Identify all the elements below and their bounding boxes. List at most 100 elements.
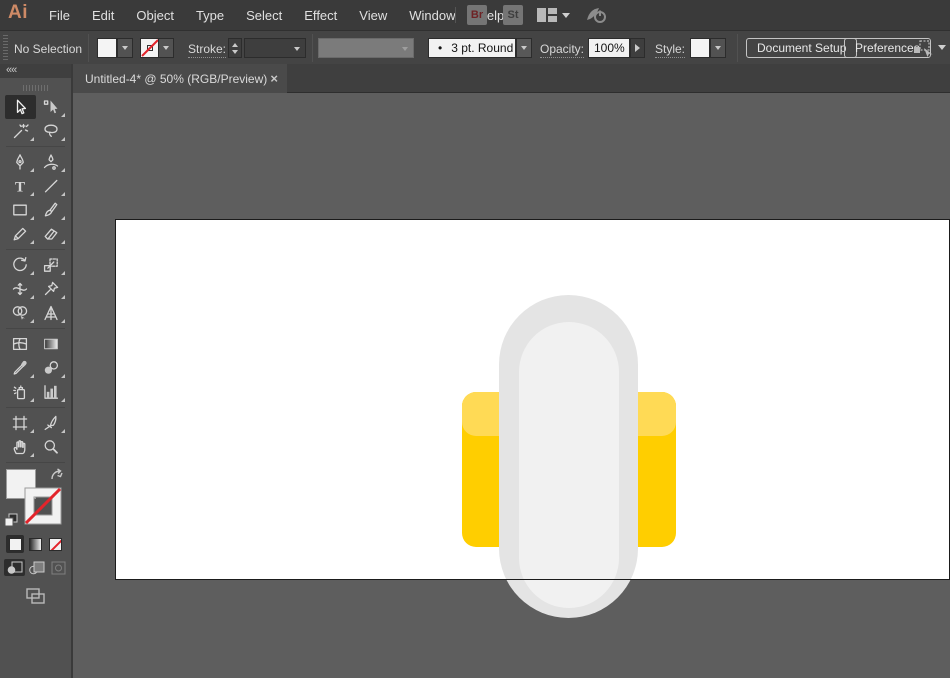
brush-preview-icon: • xyxy=(438,41,442,55)
brush-definition-value: 3 pt. Round xyxy=(451,41,513,55)
fill-stroke-indicator xyxy=(0,467,71,531)
color-button[interactable] xyxy=(6,535,24,553)
style-chevron-icon[interactable] xyxy=(710,38,726,58)
menu-effect[interactable]: Effect xyxy=(293,8,348,23)
column-graph-tool[interactable] xyxy=(36,380,67,404)
flyout-indicator-icon xyxy=(61,192,65,196)
draw-inside-icon[interactable] xyxy=(48,559,69,576)
stroke-weight-stepper[interactable] xyxy=(228,38,242,58)
eyedropper-tool[interactable] xyxy=(5,356,36,380)
line-segment-tool[interactable] xyxy=(36,174,67,198)
brush-definition-select[interactable]: • 3 pt. Round xyxy=(428,38,516,58)
divider xyxy=(737,34,738,62)
workspace-switcher-icon[interactable] xyxy=(536,7,558,28)
hand-tool[interactable] xyxy=(5,435,36,459)
brush-definition-chevron-icon[interactable] xyxy=(516,38,532,58)
stroke-color-chevron-icon[interactable] xyxy=(158,38,174,58)
drawing-modes-row xyxy=(0,559,71,576)
flyout-indicator-icon xyxy=(61,398,65,402)
curvature-tool[interactable] xyxy=(36,150,67,174)
stock-button[interactable]: St xyxy=(503,5,523,25)
select-similar-chevron-icon[interactable] xyxy=(938,45,946,50)
divider xyxy=(312,34,313,62)
tab-close-icon[interactable]: × xyxy=(270,72,278,85)
direct-selection-tool[interactable] xyxy=(36,95,67,119)
zoom-tool[interactable] xyxy=(36,435,67,459)
stroke-label[interactable]: Stroke: xyxy=(188,42,226,58)
stroke-profile-select[interactable] xyxy=(318,38,414,58)
gradient-tool[interactable] xyxy=(36,332,67,356)
document-setup-button[interactable]: Document Setup xyxy=(746,38,857,58)
pen-tool[interactable] xyxy=(5,150,36,174)
artwork-pill-inner[interactable] xyxy=(519,322,619,608)
gradient-button[interactable] xyxy=(26,535,44,553)
fill-color-swatch[interactable] xyxy=(97,38,117,58)
selection-tool[interactable] xyxy=(5,95,36,119)
bridge-button[interactable]: Br xyxy=(467,5,487,25)
canvas-pasteboard xyxy=(73,93,950,678)
style-swatch[interactable] xyxy=(690,38,710,58)
rotate-tool[interactable] xyxy=(5,253,36,277)
draw-behind-icon[interactable] xyxy=(26,559,47,576)
stroke-color-swatch[interactable] xyxy=(140,38,160,58)
gpu-performance-icon[interactable] xyxy=(584,4,610,31)
opacity-arrow-icon[interactable] xyxy=(630,38,645,58)
stroke-indicator[interactable] xyxy=(24,487,62,525)
shaper-tool[interactable] xyxy=(5,222,36,246)
default-fill-stroke-icon[interactable] xyxy=(4,513,19,533)
tools-panel-grip[interactable] xyxy=(23,85,49,91)
width-tool[interactable] xyxy=(5,277,36,301)
flyout-indicator-icon xyxy=(61,319,65,323)
symbol-sprayer-tool[interactable] xyxy=(5,380,36,404)
none-button[interactable] xyxy=(46,535,64,553)
menu-type[interactable]: Type xyxy=(185,8,235,23)
flyout-indicator-icon xyxy=(30,374,34,378)
tool-group-divider xyxy=(6,462,65,463)
lasso-tool[interactable] xyxy=(36,119,67,143)
magic-wand-tool[interactable] xyxy=(5,119,36,143)
menu-edit[interactable]: Edit xyxy=(81,8,125,23)
puppet-warp-tool[interactable] xyxy=(36,277,67,301)
tools-panel: «« T xyxy=(0,64,73,678)
slice-tool[interactable] xyxy=(36,411,67,435)
tool-grid: T xyxy=(0,95,71,463)
menu-window[interactable]: Window xyxy=(398,8,466,23)
shape-builder-tool[interactable] xyxy=(5,301,36,325)
document-tab[interactable]: Untitled-4* @ 50% (RGB/Preview) × xyxy=(73,64,287,93)
menu-select[interactable]: Select xyxy=(235,8,293,23)
screen-mode-button[interactable] xyxy=(24,586,48,611)
type-tool[interactable]: T xyxy=(5,174,36,198)
artboard-tool[interactable] xyxy=(5,411,36,435)
workspace-chevron-icon[interactable] xyxy=(562,13,570,18)
perspective-grid-tool[interactable] xyxy=(36,301,67,325)
swap-fill-stroke-icon[interactable] xyxy=(49,468,65,489)
menu-object[interactable]: Object xyxy=(125,8,185,23)
mesh-tool[interactable] xyxy=(5,332,36,356)
fill-color-chevron-icon[interactable] xyxy=(117,38,133,58)
opacity-input[interactable]: 100% xyxy=(588,38,630,58)
paintbrush-tool[interactable] xyxy=(36,198,67,222)
eraser-tool[interactable] xyxy=(36,222,67,246)
flyout-indicator-icon xyxy=(61,271,65,275)
rectangle-tool[interactable] xyxy=(5,198,36,222)
flyout-indicator-icon xyxy=(30,192,34,196)
flyout-indicator-icon xyxy=(61,137,65,141)
blend-tool[interactable] xyxy=(36,356,67,380)
tool-group-divider xyxy=(6,146,65,147)
stroke-weight-select[interactable] xyxy=(244,38,306,58)
menu-view[interactable]: View xyxy=(348,8,398,23)
illustrator-logo: Ai xyxy=(8,2,28,24)
tools-panel-collapse-icon[interactable]: «« xyxy=(0,64,71,78)
scale-tool[interactable] xyxy=(36,253,67,277)
flyout-indicator-icon xyxy=(61,374,65,378)
control-bar-grip[interactable] xyxy=(3,35,8,61)
flyout-indicator-icon xyxy=(61,216,65,220)
flyout-indicator-icon xyxy=(61,429,65,433)
select-similar-icon[interactable] xyxy=(912,39,936,63)
opacity-label[interactable]: Opacity: xyxy=(540,42,584,58)
style-label[interactable]: Style: xyxy=(655,42,685,58)
menu-file[interactable]: File xyxy=(38,8,81,23)
flyout-indicator-icon xyxy=(61,168,65,172)
draw-normal-icon[interactable] xyxy=(4,559,25,576)
flyout-indicator-icon xyxy=(30,271,34,275)
